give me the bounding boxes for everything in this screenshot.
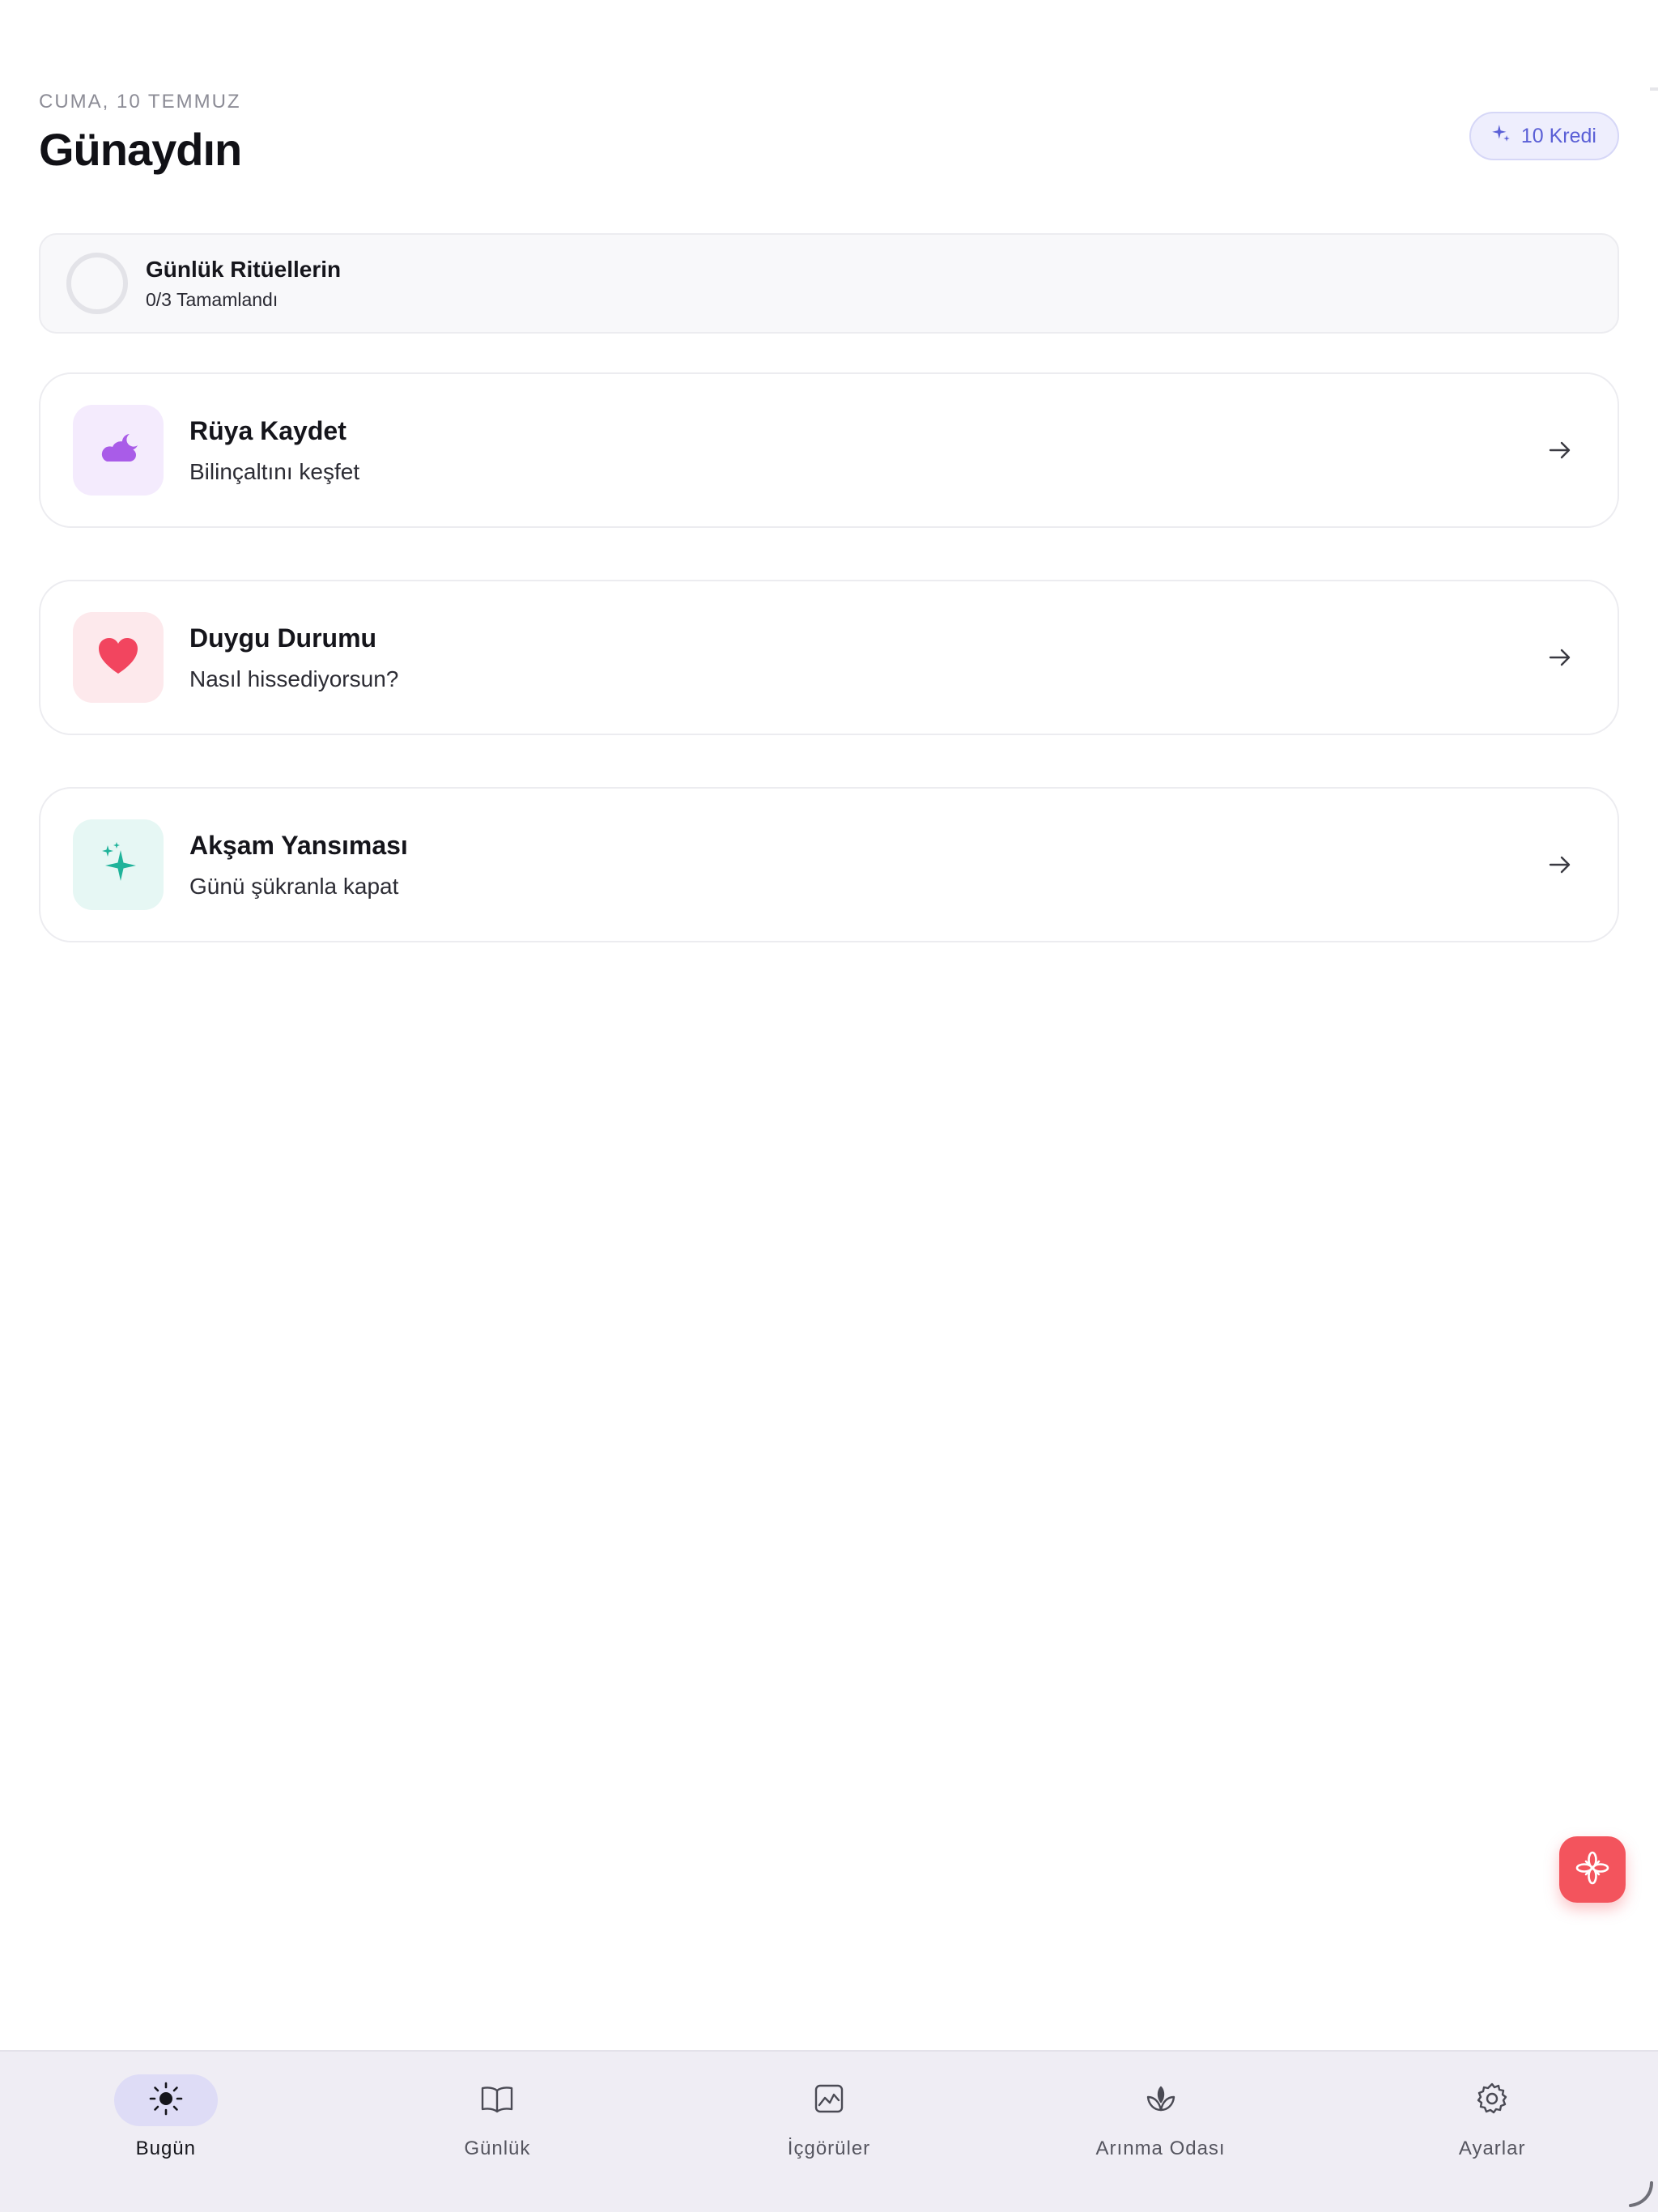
header: CUMA, 10 TEMMUZ Günaydın 10 Kredi [39,91,1619,188]
rituals-progress-text: 0/3 Tamamlandı [146,288,278,310]
dream-log-card[interactable]: Rüya Kaydet Bilinçaltını keşfet [39,372,1619,528]
lotus-icon [1143,2081,1179,2120]
nav-label: İçgörüler [787,2138,871,2159]
sparkles-icon [94,839,142,891]
card-title: Akşam Yansıması [189,830,408,860]
heart-icon [94,632,142,683]
nav-label: Günlük [464,2138,531,2159]
book-icon [479,2081,515,2120]
today-screen: CUMA, 10 TEMMUZ Günaydın 10 Kredi Günlük… [0,0,1658,2212]
edge-indicator [1650,87,1658,91]
asterisk-flower-icon [1575,1850,1610,1889]
nav-label: Arınma Odası [1095,2138,1226,2159]
arrow-right-icon [1549,441,1571,459]
bottom-navigation: Bugün Günlük İçgörüler Arınma Odası Ayar… [0,2050,1658,2212]
chart-image-icon [811,2081,847,2120]
card-subtitle: Bilinçaltını keşfet [189,458,360,484]
page-title: Günaydın [39,124,242,175]
arrow-right-icon [1549,649,1571,666]
sparkle-icon [1490,123,1511,150]
card-subtitle: Günü şükranla kapat [189,873,399,899]
mood-icon-tile [73,612,164,703]
cloud-moon-icon [94,424,142,476]
card-title: Duygu Durumu [189,623,377,653]
arrow-right-icon [1549,856,1571,874]
card-title: Rüya Kaydet [189,415,346,445]
nav-label: Ayarlar [1458,2138,1526,2159]
nav-item-today[interactable]: Bugün [0,2052,332,2212]
reflection-icon-tile [73,819,164,910]
nav-active-indicator [113,2074,218,2126]
evening-reflection-card[interactable]: Akşam Yansıması Günü şükranla kapat [39,787,1619,942]
gear-icon [1474,2081,1510,2120]
dream-icon-tile [73,405,164,496]
progress-ring [66,253,128,314]
nav-label: Bugün [135,2138,196,2159]
rituals-title: Günlük Ritüellerin [146,256,342,282]
nav-item-insights[interactable]: İçgörüler [663,2052,995,2212]
card-subtitle: Nasıl hissediyorsun? [189,666,399,691]
floating-action-button[interactable] [1559,1836,1626,1903]
nav-item-journal[interactable]: Günlük [332,2052,664,2212]
daily-rituals-summary: Günlük Ritüellerin 0/3 Tamamlandı [39,233,1619,334]
date-label: CUMA, 10 TEMMUZ [39,91,241,113]
sun-icon [148,2081,184,2120]
nav-item-cleansing-room[interactable]: Arınma Odası [995,2052,1327,2212]
credits-button[interactable]: 10 Kredi [1469,112,1619,160]
nav-item-settings[interactable]: Ayarlar [1326,2052,1658,2212]
mood-card[interactable]: Duygu Durumu Nasıl hissediyorsun? [39,580,1619,735]
credits-label: 10 Kredi [1520,124,1596,147]
loading-arc-icon [1629,2181,1653,2207]
